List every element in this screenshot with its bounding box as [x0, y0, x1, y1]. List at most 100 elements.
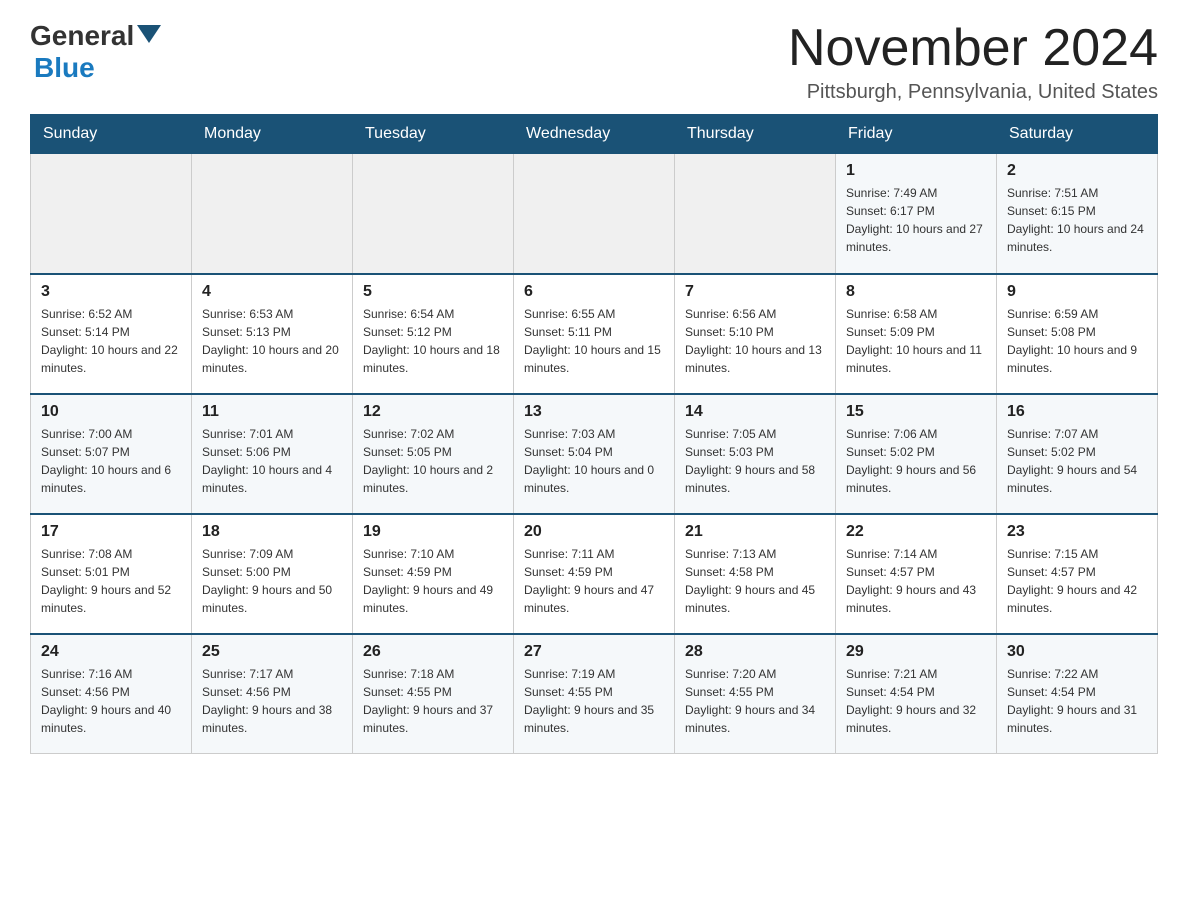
day-number: 2	[1007, 162, 1147, 180]
day-number: 22	[846, 523, 986, 541]
calendar-cell: 11 Sunrise: 7:01 AMSunset: 5:06 PMDayligh…	[192, 394, 353, 514]
calendar-cell: 23 Sunrise: 7:15 AMSunset: 4:57 PMDayligh…	[997, 514, 1158, 634]
day-info: Sunrise: 7:15 AMSunset: 4:57 PMDaylight:…	[1007, 545, 1147, 617]
day-number: 6	[524, 283, 664, 301]
calendar-cell: 14 Sunrise: 7:05 AMSunset: 5:03 PMDayligh…	[675, 394, 836, 514]
calendar-cell	[192, 154, 353, 274]
title-block: November 2024 Pittsburgh, Pennsylvania, …	[788, 20, 1158, 104]
day-number: 9	[1007, 283, 1147, 301]
day-number: 20	[524, 523, 664, 541]
calendar-cell: 27 Sunrise: 7:19 AMSunset: 4:55 PMDayligh…	[514, 634, 675, 754]
day-number: 14	[685, 403, 825, 421]
day-info: Sunrise: 7:09 AMSunset: 5:00 PMDaylight:…	[202, 545, 342, 617]
day-of-week-header: Tuesday	[353, 115, 514, 154]
calendar-cell: 17 Sunrise: 7:08 AMSunset: 5:01 PMDayligh…	[31, 514, 192, 634]
day-info: Sunrise: 6:54 AMSunset: 5:12 PMDaylight:…	[363, 305, 503, 377]
calendar-cell: 29Sunrise: 7:21 AMSunset: 4:54 PMDayligh…	[836, 634, 997, 754]
calendar-cell	[675, 154, 836, 274]
logo-blue-text: Blue	[34, 52, 95, 83]
day-info: Sunrise: 7:01 AMSunset: 5:06 PMDaylight:…	[202, 425, 342, 497]
day-number: 7	[685, 283, 825, 301]
day-number: 29	[846, 643, 986, 661]
calendar-cell: 3Sunrise: 6:52 AMSunset: 5:14 PMDaylight…	[31, 274, 192, 394]
calendar-header-row: SundayMondayTuesdayWednesdayThursdayFrid…	[31, 115, 1158, 154]
day-number: 27	[524, 643, 664, 661]
calendar-week-row: 17 Sunrise: 7:08 AMSunset: 5:01 PMDayligh…	[31, 514, 1158, 634]
calendar-cell: 2 Sunrise: 7:51 AMSunset: 6:15 PMDaylight…	[997, 154, 1158, 274]
calendar-cell: 5 Sunrise: 6:54 AMSunset: 5:12 PMDaylight…	[353, 274, 514, 394]
calendar-cell: 9 Sunrise: 6:59 AMSunset: 5:08 PMDaylight…	[997, 274, 1158, 394]
calendar-cell: 19Sunrise: 7:10 AMSunset: 4:59 PMDayligh…	[353, 514, 514, 634]
calendar-title: November 2024	[788, 20, 1158, 77]
day-number: 3	[41, 283, 181, 301]
day-info: Sunrise: 6:53 AMSunset: 5:13 PMDaylight:…	[202, 305, 342, 377]
day-number: 5	[363, 283, 503, 301]
day-info: Sunrise: 6:58 AMSunset: 5:09 PMDaylight:…	[846, 305, 986, 377]
day-number: 1	[846, 162, 986, 180]
day-of-week-header: Wednesday	[514, 115, 675, 154]
calendar-cell: 24 Sunrise: 7:16 AMSunset: 4:56 PMDayligh…	[31, 634, 192, 754]
calendar-cell: 28Sunrise: 7:20 AMSunset: 4:55 PMDayligh…	[675, 634, 836, 754]
calendar-cell: 8 Sunrise: 6:58 AMSunset: 5:09 PMDaylight…	[836, 274, 997, 394]
logo-general-text: General	[30, 20, 134, 52]
day-info: Sunrise: 7:05 AMSunset: 5:03 PMDaylight:…	[685, 425, 825, 497]
calendar-cell: 22 Sunrise: 7:14 AMSunset: 4:57 PMDayligh…	[836, 514, 997, 634]
calendar-cell	[31, 154, 192, 274]
day-info: Sunrise: 7:08 AMSunset: 5:01 PMDaylight:…	[41, 545, 181, 617]
day-of-week-header: Monday	[192, 115, 353, 154]
day-number: 17	[41, 523, 181, 541]
day-info: Sunrise: 7:14 AMSunset: 4:57 PMDaylight:…	[846, 545, 986, 617]
calendar-cell: 6 Sunrise: 6:55 AMSunset: 5:11 PMDaylight…	[514, 274, 675, 394]
day-of-week-header: Saturday	[997, 115, 1158, 154]
logo-arrow-icon	[137, 25, 161, 43]
calendar-cell	[514, 154, 675, 274]
calendar-cell: 16 Sunrise: 7:07 AMSunset: 5:02 PMDayligh…	[997, 394, 1158, 514]
day-info: Sunrise: 7:51 AMSunset: 6:15 PMDaylight:…	[1007, 184, 1147, 256]
day-info: Sunrise: 7:22 AMSunset: 4:54 PMDaylight:…	[1007, 665, 1147, 737]
day-info: Sunrise: 7:11 AMSunset: 4:59 PMDaylight:…	[524, 545, 664, 617]
day-info: Sunrise: 6:55 AMSunset: 5:11 PMDaylight:…	[524, 305, 664, 377]
day-number: 19	[363, 523, 503, 541]
day-number: 30	[1007, 643, 1147, 661]
calendar-week-row: 24 Sunrise: 7:16 AMSunset: 4:56 PMDayligh…	[31, 634, 1158, 754]
day-number: 15	[846, 403, 986, 421]
day-info: Sunrise: 7:18 AMSunset: 4:55 PMDaylight:…	[363, 665, 503, 737]
day-info: Sunrise: 7:49 AMSunset: 6:17 PMDaylight:…	[846, 184, 986, 256]
calendar-week-row: 10Sunrise: 7:00 AMSunset: 5:07 PMDayligh…	[31, 394, 1158, 514]
day-info: Sunrise: 6:59 AMSunset: 5:08 PMDaylight:…	[1007, 305, 1147, 377]
calendar-cell: 10Sunrise: 7:00 AMSunset: 5:07 PMDayligh…	[31, 394, 192, 514]
calendar-cell: 26 Sunrise: 7:18 AMSunset: 4:55 PMDayligh…	[353, 634, 514, 754]
day-info: Sunrise: 7:07 AMSunset: 5:02 PMDaylight:…	[1007, 425, 1147, 497]
day-info: Sunrise: 7:16 AMSunset: 4:56 PMDaylight:…	[41, 665, 181, 737]
calendar-subtitle: Pittsburgh, Pennsylvania, United States	[788, 81, 1158, 104]
day-number: 26	[363, 643, 503, 661]
day-number: 18	[202, 523, 342, 541]
day-number: 28	[685, 643, 825, 661]
calendar-cell: 13Sunrise: 7:03 AMSunset: 5:04 PMDayligh…	[514, 394, 675, 514]
calendar-cell: 20 Sunrise: 7:11 AMSunset: 4:59 PMDayligh…	[514, 514, 675, 634]
calendar-week-row: 3Sunrise: 6:52 AMSunset: 5:14 PMDaylight…	[31, 274, 1158, 394]
calendar-cell: 30 Sunrise: 7:22 AMSunset: 4:54 PMDayligh…	[997, 634, 1158, 754]
day-info: Sunrise: 7:19 AMSunset: 4:55 PMDaylight:…	[524, 665, 664, 737]
day-number: 8	[846, 283, 986, 301]
day-number: 23	[1007, 523, 1147, 541]
calendar-cell: 21 Sunrise: 7:13 AMSunset: 4:58 PMDayligh…	[675, 514, 836, 634]
calendar-cell: 1 Sunrise: 7:49 AMSunset: 6:17 PMDaylight…	[836, 154, 997, 274]
calendar-cell: 7Sunrise: 6:56 AMSunset: 5:10 PMDaylight…	[675, 274, 836, 394]
day-info: Sunrise: 7:06 AMSunset: 5:02 PMDaylight:…	[846, 425, 986, 497]
day-number: 13	[524, 403, 664, 421]
calendar-week-row: 1 Sunrise: 7:49 AMSunset: 6:17 PMDaylight…	[31, 154, 1158, 274]
day-number: 4	[202, 283, 342, 301]
day-number: 16	[1007, 403, 1147, 421]
day-number: 25	[202, 643, 342, 661]
day-info: Sunrise: 7:02 AMSunset: 5:05 PMDaylight:…	[363, 425, 503, 497]
day-number: 21	[685, 523, 825, 541]
day-info: Sunrise: 7:00 AMSunset: 5:07 PMDaylight:…	[41, 425, 181, 497]
day-number: 24	[41, 643, 181, 661]
day-of-week-header: Sunday	[31, 115, 192, 154]
calendar-cell: 25Sunrise: 7:17 AMSunset: 4:56 PMDayligh…	[192, 634, 353, 754]
day-number: 11	[202, 403, 342, 421]
day-of-week-header: Thursday	[675, 115, 836, 154]
day-of-week-header: Friday	[836, 115, 997, 154]
day-info: Sunrise: 7:13 AMSunset: 4:58 PMDaylight:…	[685, 545, 825, 617]
